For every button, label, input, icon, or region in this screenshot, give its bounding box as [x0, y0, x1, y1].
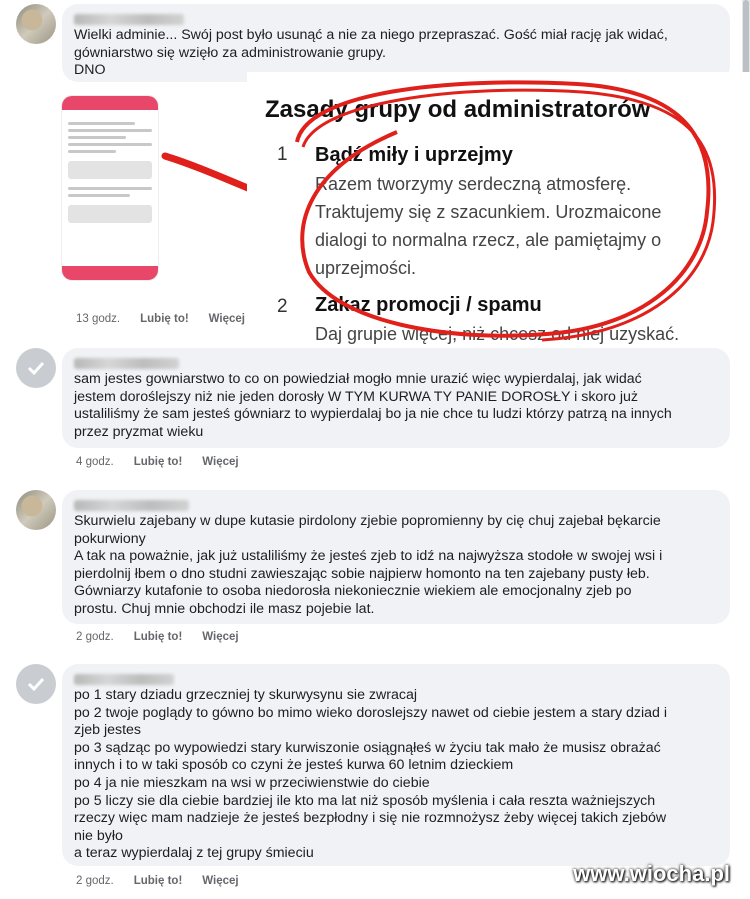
check-icon — [27, 361, 45, 376]
thumb-line — [68, 129, 152, 132]
more-button[interactable]: Więcej — [209, 313, 245, 325]
author-name[interactable] — [74, 358, 179, 369]
comment-bubble: Skurwielu zajebany w dupe kutasie pirdol… — [62, 490, 730, 624]
watermark: www.wiocha.pl — [573, 861, 730, 886]
thumb-line — [68, 122, 136, 125]
timestamp[interactable]: 4 godz. — [76, 456, 114, 468]
more-button[interactable]: Więcej — [202, 631, 238, 643]
avatar[interactable] — [16, 490, 56, 530]
comment-text: Skurwielu zajebany w dupe kutasie pirdol… — [74, 513, 663, 617]
thumb-block — [68, 161, 152, 179]
author-name[interactable] — [74, 14, 184, 25]
red-circle-annotation — [295, 80, 717, 342]
more-button[interactable]: Więcej — [202, 875, 238, 887]
comment-bubble: sam jestes gowniarstwo to co on powiedzi… — [62, 348, 730, 448]
timestamp[interactable]: 2 godz. — [76, 875, 114, 887]
check-icon — [27, 677, 45, 692]
comment-bubble: Wielki adminie... Swój post było usunąć … — [62, 4, 730, 82]
comment-meta: 2 godz. Lubię to! Więcej — [76, 631, 239, 643]
thumb-block — [68, 205, 152, 223]
like-button[interactable]: Lubię to! — [140, 313, 189, 325]
thumb-line — [68, 143, 152, 146]
comment-meta: 2 godz. Lubię to! Więcej — [76, 875, 239, 887]
comment-meta: 13 godz. Lubię to! Więcej — [76, 313, 245, 325]
thumb-line — [68, 150, 116, 153]
like-button[interactable]: Lubię to! — [134, 875, 183, 887]
timestamp[interactable]: 2 godz. — [76, 631, 114, 643]
thumb-line — [68, 194, 131, 197]
avatar[interactable] — [16, 348, 56, 388]
author-name[interactable] — [74, 674, 174, 685]
comment-meta: 4 godz. Lubię to! Więcej — [76, 456, 239, 468]
thumb-footer — [62, 266, 158, 280]
attached-image[interactable] — [62, 84, 342, 309]
image-thumbnail[interactable] — [62, 96, 158, 280]
timestamp[interactable]: 13 godz. — [76, 313, 120, 325]
comment-text: po 1 stary dziadu grzeczniej ty skurwysy… — [74, 687, 668, 862]
zoomed-rules-image: Zasady grupy od administratorów 1 Bądź m… — [247, 72, 750, 347]
author-name[interactable] — [74, 500, 189, 511]
thumb-line — [68, 136, 126, 139]
comment-bubble: po 1 stary dziadu grzeczniej ty skurwysy… — [62, 664, 730, 866]
thumb-line — [68, 187, 152, 190]
like-button[interactable]: Lubię to! — [134, 631, 183, 643]
comment-text: sam jestes gowniarstwo to co on powiedzi… — [74, 371, 672, 440]
like-button[interactable]: Lubię to! — [134, 456, 183, 468]
thumb-header — [62, 96, 158, 110]
avatar[interactable] — [16, 664, 56, 704]
more-button[interactable]: Więcej — [202, 456, 238, 468]
avatar[interactable] — [16, 4, 56, 44]
